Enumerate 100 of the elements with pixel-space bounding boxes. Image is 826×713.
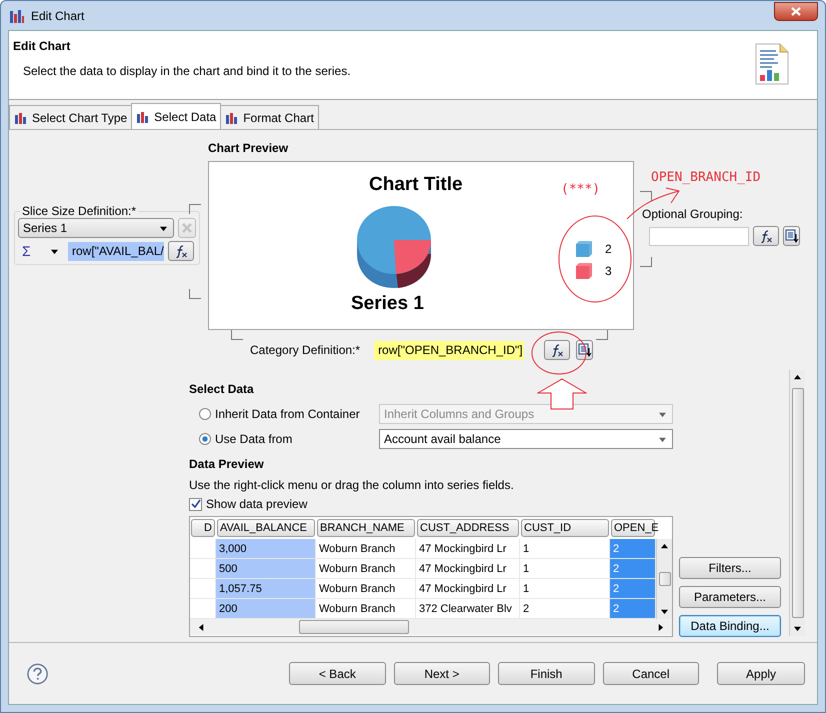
header-title: Edit Chart	[13, 39, 72, 53]
table-cell: 200	[216, 599, 316, 619]
series-label: Series 1	[351, 293, 424, 315]
group-label: Slice Size Definition:*	[21, 204, 138, 218]
table-cell: 1	[520, 559, 610, 579]
expression-builder-button[interactable]	[544, 340, 570, 360]
scroll-thumb[interactable]	[792, 388, 804, 618]
annotation-label: OPEN_BRANCH_ID	[651, 170, 761, 185]
function-icon	[550, 343, 564, 357]
expression-builder-button[interactable]	[168, 241, 194, 261]
table-cell: 2	[610, 559, 656, 579]
category-expression-field[interactable]: row["OPEN_BRANCH_ID"]	[374, 340, 524, 360]
table-cell: 500	[216, 559, 316, 579]
column-header[interactable]: D	[191, 519, 215, 537]
series-dropdown[interactable]: Series 1	[18, 218, 174, 238]
section-title: Chart Preview	[208, 141, 290, 155]
table-cell: 2	[610, 539, 656, 559]
checkbox-label: Show data preview	[206, 497, 308, 511]
checkbox[interactable]	[189, 498, 202, 510]
tab[interactable]: Select Data	[131, 103, 222, 129]
chart-icon	[225, 110, 240, 124]
function-icon	[759, 229, 773, 243]
help-icon[interactable]	[27, 662, 48, 684]
action-button[interactable]: Filters...	[679, 557, 781, 579]
hint-text: Use the right-click menu or drag the column into series fields.	[189, 478, 515, 492]
list-down-icon	[578, 343, 592, 357]
legend-label: 3	[605, 264, 612, 278]
down-triangle-icon	[661, 608, 668, 615]
grouping-field[interactable]	[649, 226, 749, 246]
radio-label: Use Data from	[215, 432, 294, 446]
down-triangle-icon	[659, 436, 666, 442]
table-cell: 1,057.75	[216, 579, 316, 599]
radio-button[interactable]	[199, 433, 211, 445]
legend-label: 2	[605, 242, 612, 256]
table-cell: 2	[610, 599, 656, 619]
up-arrow-annotation	[537, 378, 587, 410]
table-cell: 47 Mockingbird Lr	[416, 539, 520, 559]
delete-icon	[182, 223, 192, 233]
table-cell: Woburn Branch	[316, 559, 416, 579]
down-triangle-icon	[659, 410, 666, 418]
up-triangle-icon	[794, 374, 801, 381]
column-header[interactable]: BRANCH_NAME	[317, 519, 415, 537]
up-triangle-icon	[661, 543, 668, 550]
tab[interactable]: Select Chart Type	[9, 105, 132, 129]
action-button[interactable]: Parameters...	[679, 586, 781, 608]
group-sort-button[interactable]	[576, 340, 594, 360]
down-triangle-icon	[160, 224, 167, 232]
field-label: Category Definition:*	[250, 343, 360, 357]
table-cell: 2	[610, 579, 656, 599]
group-sort-button[interactable]	[783, 226, 800, 246]
column-header[interactable]: CUST_ADDRESS	[417, 519, 519, 537]
close-button[interactable]	[774, 2, 818, 21]
radio-button[interactable]	[199, 408, 211, 420]
action-button[interactable]: Data Binding...	[679, 615, 781, 637]
table-cell: Woburn Branch	[316, 579, 416, 599]
chart-icon	[14, 110, 28, 124]
column-header[interactable]: AVAIL_BALANCE	[217, 519, 315, 537]
expression-builder-button[interactable]	[753, 226, 779, 246]
table-cell: 47 Mockingbird Lr	[416, 559, 520, 579]
column-header[interactable]: CUST_ID	[521, 519, 609, 537]
vertical-scrollbar[interactable]	[789, 370, 805, 636]
footer-button[interactable]: Apply	[717, 662, 805, 685]
scroll-thumb[interactable]	[658, 572, 670, 586]
section-title: Data Preview	[189, 457, 265, 471]
table-cell: 47 Mockingbird Lr	[416, 579, 520, 599]
table-cell: Woburn Branch	[316, 599, 416, 619]
footer-button[interactable]: Next >	[394, 662, 490, 685]
list-down-icon	[784, 229, 798, 243]
annotation-circle	[531, 330, 587, 376]
down-triangle-icon	[794, 625, 801, 632]
field-label: Optional Grouping:	[642, 207, 744, 221]
chart-icon	[136, 110, 150, 124]
table-cell: 2	[520, 599, 610, 619]
horizontal-scrollbar[interactable]	[190, 619, 672, 635]
header-description: Select the data to display in the chart and bind it to the series.	[23, 64, 352, 78]
table-cell: 3,000	[216, 539, 316, 559]
vertical-scrollbar[interactable]	[656, 539, 672, 619]
section-title: Select Data	[189, 382, 255, 396]
down-triangle-icon	[51, 248, 58, 254]
table-cell: 372 Clearwater Blv	[416, 599, 520, 619]
right-triangle-icon	[657, 624, 664, 630]
bar-chart-icon	[9, 8, 25, 24]
left-triangle-icon	[198, 624, 205, 630]
footer-button[interactable]: Cancel	[602, 662, 700, 685]
footer-button[interactable]: < Back	[289, 662, 386, 685]
footer-button[interactable]: Finish	[498, 662, 595, 685]
function-icon	[174, 244, 188, 258]
table-cell: 1	[520, 539, 610, 559]
table-cell: Woburn Branch	[316, 539, 416, 559]
report-document-icon	[755, 43, 789, 85]
data-source-dropdown[interactable]: Account avail balance	[379, 429, 673, 449]
table-cell: 1	[520, 579, 610, 599]
tab[interactable]: Format Chart	[220, 105, 319, 129]
aggregate-dropdown[interactable]: Σ	[18, 241, 64, 261]
annotation-note: (***)	[561, 182, 600, 197]
chart-title: Chart Title	[369, 174, 463, 196]
expression-field[interactable]: row["AVAIL_BAL/	[68, 242, 164, 260]
close-icon	[791, 7, 801, 16]
window-title: Edit Chart	[31, 8, 84, 22]
radio-label: Inherit Data from Container	[215, 407, 361, 421]
